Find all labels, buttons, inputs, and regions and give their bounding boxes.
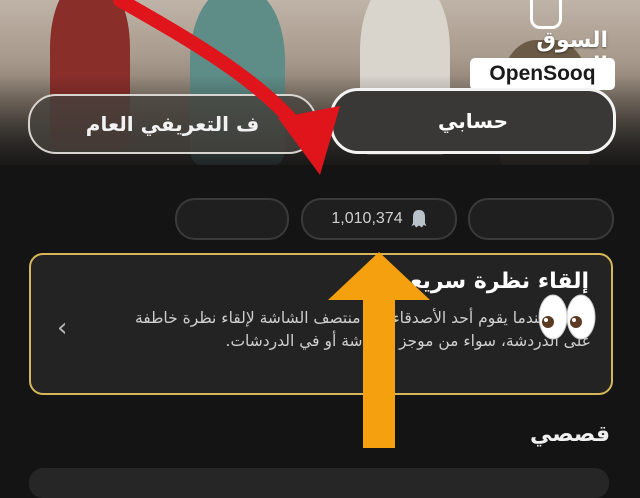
eyes-emoji-icon: [538, 294, 596, 340]
ghost-icon: [411, 210, 427, 228]
stories-card[interactable]: [29, 468, 609, 498]
stat-pill-left[interactable]: [175, 198, 289, 240]
my-stories-heading: قصصي: [529, 422, 610, 447]
views-count-pill[interactable]: 1,010,374: [301, 198, 457, 240]
quick-peek-card[interactable]: إلقاء نظرة سريعة اعرف عندما يقوم أحد الأ…: [29, 253, 613, 395]
logo-latin-text: OpenSooq: [470, 58, 615, 90]
card-description: اعرف عندما يقوم أحد الأصدقاء إلى منتصف ا…: [134, 309, 591, 350]
stat-pill-right[interactable]: [468, 198, 614, 240]
public-profile-button[interactable]: ف التعريفي العام: [28, 94, 317, 154]
views-count: 1,010,374: [331, 210, 403, 227]
chevron-left-icon[interactable]: ‹: [57, 313, 67, 343]
my-account-button[interactable]: حسابي: [330, 88, 616, 154]
opensooq-logo: السوق المفتوح OpenSooq: [470, 0, 630, 100]
